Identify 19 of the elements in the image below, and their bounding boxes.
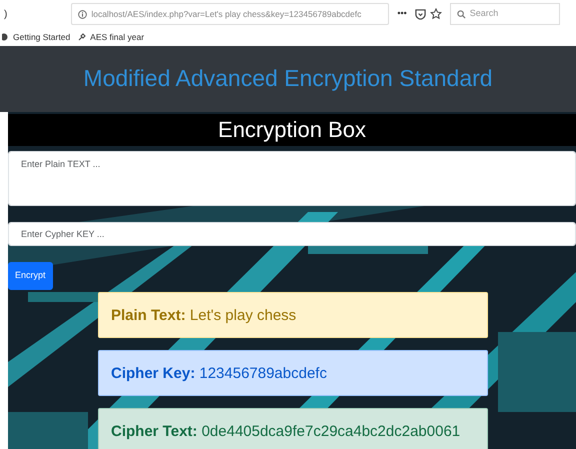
shield-icon[interactable] <box>414 8 426 20</box>
search-icon <box>456 10 466 18</box>
info-icon <box>78 10 88 18</box>
result-alert: Cipher Key: 123456789abcdefc <box>98 350 488 396</box>
bookmark-link[interactable]: Getting Started <box>13 30 70 44</box>
plain-text-field[interactable]: Enter Plain TEXT ... <box>8 151 576 206</box>
cipher-key-field[interactable]: Enter Cypher KEY ... <box>8 222 576 246</box>
page-title: Modified Advanced Encryption Standard <box>83 65 493 93</box>
encrypt-button[interactable]: Encrypt <box>8 262 53 290</box>
url-text: localhost/AES/index.php?var=Let's play chess&key=123456789abcdefc <box>91 8 362 20</box>
box-title: Encryption Box <box>8 114 576 146</box>
address-bar[interactable]: localhost/AES/index.php?var=Let's play chess&key=123456789abcdefc <box>71 3 390 25</box>
search-placeholder: Search <box>470 7 498 20</box>
back-button[interactable]: ) <box>0 6 8 22</box>
result-alert: Cipher Text: 0de4405dca9fe7c29ca4bc2dc2ab0061 <box>98 408 488 449</box>
result-alert: Plain Text: Let's play chess <box>98 292 488 338</box>
bookmark-link[interactable]: AES final year <box>90 30 144 44</box>
star-icon[interactable] <box>430 8 442 20</box>
more-button[interactable]: ••• <box>397 7 407 21</box>
